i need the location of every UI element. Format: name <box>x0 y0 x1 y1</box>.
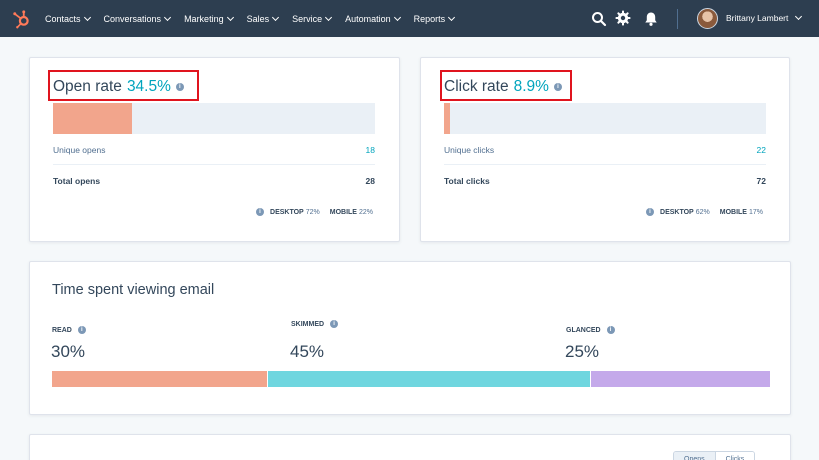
skimmed-value: 45% <box>290 342 325 361</box>
open-rate-label: Open rate <box>53 78 122 95</box>
chevron-down-icon <box>83 13 91 21</box>
nav-item-automation[interactable]: Automation <box>345 13 401 24</box>
search-icon[interactable] <box>591 11 607 27</box>
total-opens-label: Total opens <box>53 176 101 186</box>
info-icon[interactable]: i <box>606 326 615 334</box>
mobile-label: MOBILE <box>329 208 357 216</box>
read-label: READ i <box>52 326 86 334</box>
skimmed-segment <box>267 371 591 387</box>
time-spent-card: Time spent viewing email READ i 30% SKIM… <box>29 261 791 415</box>
skimmed-label-text: SKIMMED <box>291 320 325 328</box>
chevron-down-icon <box>448 13 456 21</box>
unique-clicks-label: Unique clicks <box>444 144 495 155</box>
toggle-clicks[interactable]: Clicks <box>715 452 755 460</box>
total-clicks-value: 72 <box>756 176 766 186</box>
avatar[interactable] <box>697 8 718 29</box>
glanced-label-text: GLANCED <box>566 326 601 334</box>
time-spent-title: Time spent viewing email <box>52 282 215 298</box>
top-nav: Contacts Conversations Marketing Sales S… <box>0 0 819 37</box>
mobile-pct: 17% <box>748 208 763 216</box>
chevron-down-icon <box>226 13 234 21</box>
nav-item-label: Marketing <box>184 13 224 24</box>
chevron-down-icon <box>164 13 172 21</box>
total-opens-row: Total opens 28 <box>53 166 375 196</box>
unique-clicks-row: Unique clicks 22 <box>444 135 766 165</box>
click-rate-card: Click rate 8.9% i Unique clicks 22 Total… <box>420 57 790 242</box>
user-name[interactable]: Brittany Lambert <box>726 13 788 23</box>
unique-opens-label: Unique opens <box>53 144 106 155</box>
chevron-down-icon <box>272 13 280 21</box>
device-breakdown: i DESKTOP 72% MOBILE 22% <box>256 208 373 216</box>
nav-item-sales[interactable]: Sales <box>246 13 280 24</box>
total-clicks-label: Total clicks <box>444 176 490 186</box>
time-spent-bar <box>52 371 770 387</box>
info-icon[interactable]: i <box>553 83 562 91</box>
read-segment <box>52 371 268 387</box>
unique-opens-row: Unique opens 18 <box>53 135 375 165</box>
mobile-pct: 22% <box>358 208 373 216</box>
open-rate-value: 34.5% <box>126 78 171 95</box>
unique-opens-value[interactable]: 18 <box>366 145 375 155</box>
nav-item-label: Reports <box>413 13 446 24</box>
click-rate-title: Click rate 8.9% i <box>444 78 562 96</box>
chevron-down-icon <box>325 13 333 21</box>
open-rate-bar-fill <box>53 103 132 134</box>
nav-menu: Contacts Conversations Marketing Sales S… <box>45 0 468 37</box>
glanced-value: 25% <box>565 342 600 361</box>
nav-item-label: Automation <box>345 13 391 24</box>
nav-item-label: Service <box>292 13 323 24</box>
nav-divider <box>677 9 678 29</box>
info-icon[interactable]: i <box>256 208 265 216</box>
click-rate-value: 8.9% <box>513 78 549 95</box>
nav-item-label: Sales <box>246 13 270 24</box>
mobile-label: MOBILE <box>719 208 747 216</box>
desktop-label: DESKTOP <box>270 208 304 216</box>
click-rate-bar-fill <box>444 103 451 134</box>
gear-icon[interactable] <box>615 10 631 26</box>
total-opens-value: 28 <box>365 176 375 186</box>
open-rate-bar <box>53 103 375 134</box>
info-icon[interactable]: i <box>330 320 339 328</box>
read-value: 30% <box>51 342 86 361</box>
nav-item-reports[interactable]: Reports <box>413 13 456 24</box>
nav-item-contacts[interactable]: Contacts <box>45 13 91 24</box>
info-icon[interactable]: i <box>77 326 86 334</box>
desktop-label: DESKTOP <box>660 208 694 216</box>
toggle-opens[interactable]: Opens <box>674 452 716 460</box>
info-icon[interactable]: i <box>646 208 655 216</box>
read-label-text: READ <box>52 326 72 334</box>
chevron-down-icon <box>393 13 401 21</box>
hubspot-logo-icon[interactable] <box>10 8 32 30</box>
info-icon[interactable]: i <box>175 83 184 91</box>
chevron-down-icon[interactable] <box>794 12 803 21</box>
open-rate-card: Open rate 34.5% i Unique opens 18 Total … <box>29 57 400 242</box>
glanced-segment <box>590 371 770 387</box>
device-breakdown: i DESKTOP 62% MOBILE 17% <box>646 208 763 216</box>
bell-icon[interactable] <box>643 11 659 27</box>
click-rate-label: Click rate <box>444 78 509 95</box>
nav-item-marketing[interactable]: Marketing <box>184 13 234 24</box>
nav-item-label: Contacts <box>45 13 81 24</box>
desktop-pct: 62% <box>695 208 710 216</box>
nav-item-service[interactable]: Service <box>292 13 333 24</box>
opens-clicks-toggle: Opens Clicks <box>673 451 756 460</box>
unique-clicks-value[interactable]: 22 <box>757 145 766 155</box>
open-rate-title: Open rate 34.5% i <box>53 78 184 96</box>
desktop-pct: 72% <box>305 208 320 216</box>
skimmed-label: SKIMMED i <box>291 320 339 328</box>
click-rate-bar <box>444 103 766 134</box>
nav-item-label: Conversations <box>103 13 162 24</box>
nav-item-conversations[interactable]: Conversations <box>103 13 172 24</box>
total-clicks-row: Total clicks 72 <box>444 166 766 196</box>
engagement-card: Opens Clicks <box>29 434 791 460</box>
glanced-label: GLANCED i <box>566 326 615 334</box>
